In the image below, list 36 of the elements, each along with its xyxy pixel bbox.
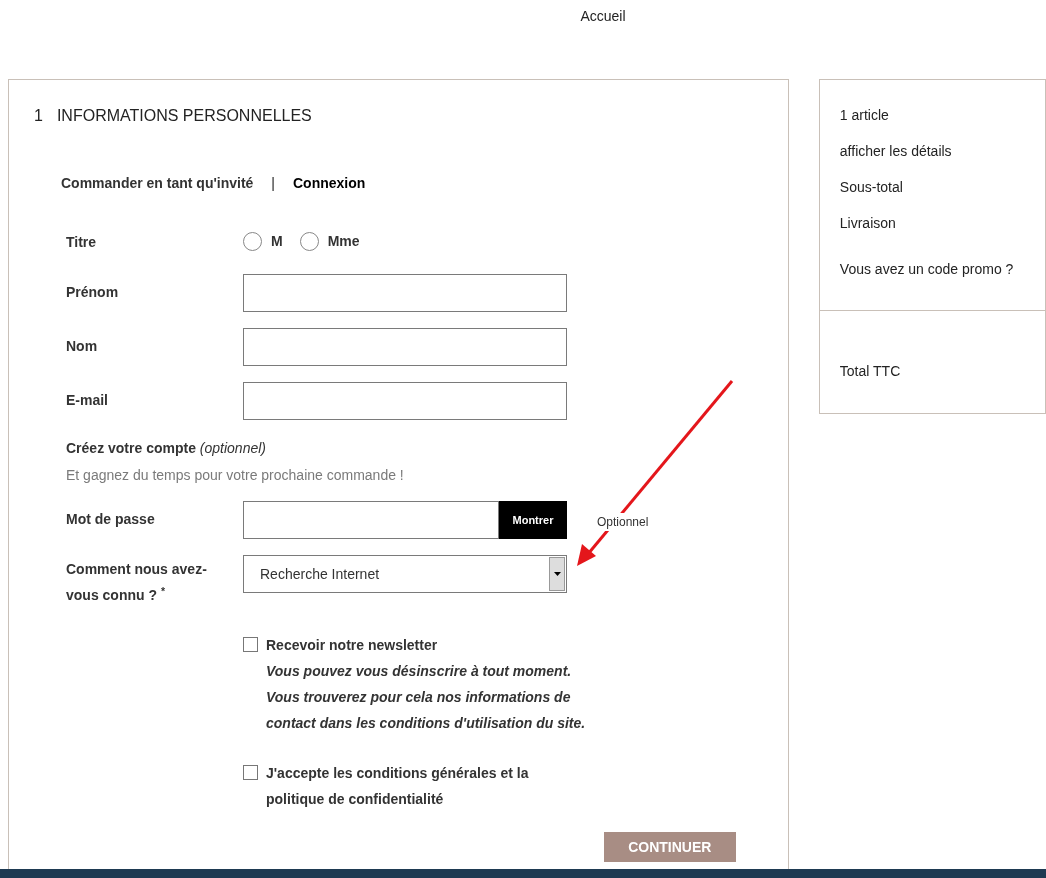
dropdown-button[interactable]: [549, 557, 565, 591]
summary-item[interactable]: Vous avez un code promo ?: [839, 259, 1045, 277]
text-input[interactable]: [243, 328, 567, 366]
field-label: Comment nous avez-vous connu ? $^{*}$: [66, 560, 208, 605]
field-label: E-mail: [66, 391, 109, 410]
checkout-tab[interactable]: Commander en tant qu'invité: [61, 173, 254, 194]
summary-item[interactable]: afficher les détails: [839, 141, 1045, 159]
summary-item: Livraison: [839, 214, 897, 231]
account-heading: Créez votre compte (optionnel): [66, 439, 267, 458]
select-dropdown[interactable]: Recherche Internet: [243, 555, 567, 593]
radio-label: M: [271, 232, 283, 251]
total-label: Total TTC: [839, 362, 902, 379]
caret-icon: [553, 572, 561, 576]
checkbox[interactable]: [243, 765, 258, 780]
summary-item: Sous-total: [839, 178, 904, 195]
account-subtitle: Et gagnez du temps pour votre prochaine commande !: [66, 466, 405, 485]
text-input[interactable]: [243, 274, 567, 312]
radio-label: Mme: [327, 232, 360, 251]
tab-separator: |: [271, 174, 275, 193]
password-field[interactable]: [243, 501, 499, 539]
checkbox-note: Vous pouvez vous désinscrire à tout moment. Vous trouverez pour cela nos informations de contact dans les conditions d'utilisation du site.: [266, 662, 587, 733]
field-label: Titre: [66, 233, 98, 252]
show-password-button[interactable]: Montrer: [499, 501, 567, 539]
field-label: Nom: [66, 337, 99, 356]
section-title: INFORMATIONS PERSONNELLES: [56, 106, 312, 126]
checkout-tab[interactable]: Connexion: [293, 173, 366, 194]
field-label: Prénom: [66, 283, 120, 302]
optional-hint: Optionnel: [597, 513, 649, 531]
home-link[interactable]: Accueil: [580, 6, 626, 24]
text-input[interactable]: [243, 382, 567, 420]
step-number: 1: [34, 106, 43, 126]
checkbox-label: Recevoir notre newsletter: [266, 636, 439, 655]
summary-item: 1 article: [839, 106, 890, 123]
checkbox[interactable]: [243, 637, 258, 652]
field-label: Mot de passe: [66, 510, 156, 529]
checkbox-label: J'accepte les conditions générales et la politique de confidentialité: [266, 764, 530, 809]
